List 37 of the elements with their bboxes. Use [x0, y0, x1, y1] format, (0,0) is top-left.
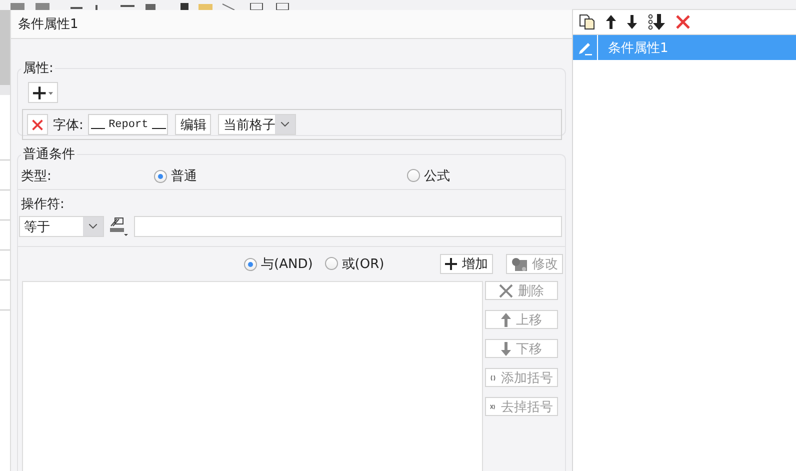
- close-icon: [499, 284, 513, 298]
- delete-icon[interactable]: [676, 15, 690, 29]
- operator-label: 操作符:: [21, 196, 66, 213]
- radio-indicator[interactable]: [154, 170, 167, 182]
- up-arrow-icon[interactable]: [606, 15, 616, 29]
- copy-icon[interactable]: [579, 14, 595, 30]
- down-arrow-icon[interactable]: [627, 15, 637, 29]
- caret-icon: [89, 224, 97, 229]
- group-title: 普通条件: [22, 146, 76, 163]
- radio-indicator[interactable]: [407, 169, 420, 182]
- plus-caret-icon: [33, 86, 53, 100]
- caret-icon: [281, 122, 290, 127]
- dialog-title: 条件属性1: [11, 10, 572, 39]
- radio-button[interactable]: 与(AND): [244, 255, 313, 273]
- font-preview: Report: [88, 114, 168, 135]
- up-arrow-icon: [501, 312, 511, 326]
- text-format-icon[interactable]: [109, 216, 129, 236]
- font-label: 字体:: [53, 116, 84, 134]
- edit-button[interactable]: 编辑: [175, 114, 212, 135]
- radio-button[interactable]: 普通: [154, 167, 197, 185]
- type-label: 类型:: [21, 168, 52, 185]
- operator-dropdown[interactable]: 等于: [19, 216, 104, 237]
- down-arrow-icon: [501, 342, 511, 356]
- group-title: 属性:: [22, 60, 54, 77]
- add-button[interactable]: 增加: [440, 254, 493, 274]
- move-to-bottom-icon[interactable]: [648, 14, 665, 30]
- add-dropdown-button[interactable]: [28, 82, 58, 103]
- radio-indicator[interactable]: [244, 258, 257, 270]
- plus-icon: [445, 258, 457, 270]
- radio-button[interactable]: 或(OR): [324, 254, 384, 273]
- radio-button[interactable]: 公式: [407, 166, 450, 185]
- radio-indicator[interactable]: [324, 257, 338, 270]
- close-icon: [32, 118, 43, 132]
- scope-dropdown[interactable]: 当前格子: [218, 114, 296, 135]
- condition-name: 条件属性1: [607, 40, 668, 56]
- value-input[interactable]: [134, 216, 562, 237]
- remove-button[interactable]: [27, 114, 48, 135]
